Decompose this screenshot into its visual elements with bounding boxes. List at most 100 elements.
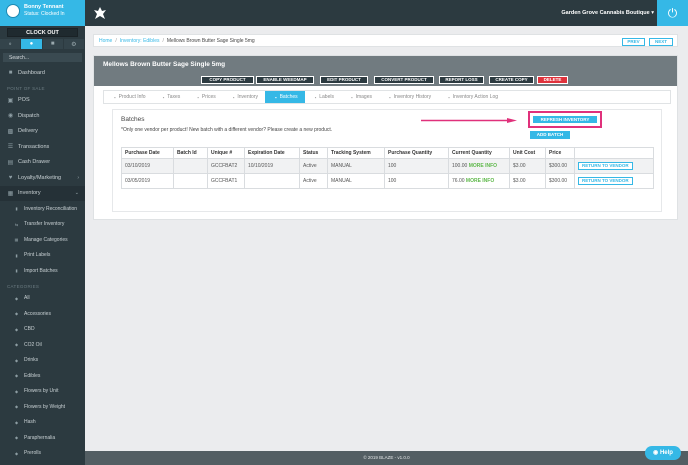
unit-cost-cell: $3.00 [509, 158, 546, 174]
table-header-row: Purchase Date Batch Id Unique # Expirati… [121, 147, 654, 159]
transfer-icon: ⇆ [14, 221, 19, 227]
category-all[interactable]: ◆ All [0, 291, 85, 307]
chevron-right-icon: › [77, 174, 79, 181]
tag-icon: ◆ [14, 311, 19, 317]
tab-product-info[interactable]: ▪ Product Info [104, 91, 153, 103]
col-batch-id: Batch Id [173, 147, 208, 159]
breadcrumb-current: Mellows Brown Butter Sage Single 5mg [166, 37, 255, 44]
category-prerolls[interactable]: ◆ Prerolls [0, 446, 85, 462]
product-title: Mellows Brown Butter Sage Single 5mg [103, 61, 226, 68]
report-loss-button[interactable]: REPORT LOSS [439, 76, 484, 84]
tab-inventory-action-log[interactable]: ▪ Inventory Action Log [438, 91, 505, 103]
enable-weedmap-button[interactable]: ENABLE WEEDMAP [256, 76, 314, 84]
return-to-vendor-button[interactable]: RETURN TO VENDOR [578, 177, 633, 185]
category-edibles[interactable]: ◆ Edibles [0, 368, 85, 384]
batches-panel: Batches *Only one vendor per product! Ne… [112, 109, 662, 212]
batches-icon: ▪ [274, 94, 277, 100]
settings-icon[interactable]: ⚙ [63, 39, 85, 49]
sidebar-item-dashboard[interactable]: ■ Dashboard [0, 65, 85, 81]
unit-cost-cell: $3.00 [509, 173, 546, 189]
footer: © 2019 BLAZE - v1.0.0 [85, 451, 688, 465]
pos-icon: ▣ [7, 97, 14, 104]
top-bar: Garden Grove Cannabis Boutique ▾ ⏻ [85, 0, 688, 26]
col-price: Price [545, 147, 575, 159]
sidebar-item-loyalty[interactable]: ♥ Loyalty/Marketing › [0, 170, 85, 186]
category-flowers-by-unit[interactable]: ◆ Flowers by Unit [0, 384, 85, 400]
sidebar-item-cash-drawer[interactable]: ▤ Cash Drawer [0, 155, 85, 171]
sidebar-item-print-labels[interactable]: ▮ Print Labels [0, 248, 85, 264]
more-info-link[interactable]: MORE INFO [466, 178, 494, 184]
store-selector[interactable]: Garden Grove Cannabis Boutique ▾ [561, 10, 654, 16]
tag-icon[interactable]: ⚬ [0, 39, 22, 49]
sidebar-item-inventory[interactable]: ▦ Inventory ⌄ [0, 185, 85, 201]
breadcrumb-separator: / [115, 37, 117, 44]
categories-icon: ▦ [14, 237, 19, 243]
col-status: Status [299, 147, 328, 159]
category-hash[interactable]: ◆ Hash [0, 415, 85, 431]
category-paraphernalia[interactable]: ◆ Paraphernalia [0, 430, 85, 446]
expiration-cell: 10/10/2019 [244, 158, 300, 174]
category-accessories[interactable]: ◆ Accessories [0, 306, 85, 322]
breadcrumb-inventory[interactable]: Inventory: Edibles [120, 38, 160, 44]
category-co2-oil[interactable]: ◆ CO2 Oil [0, 337, 85, 353]
sidebar-item-dispatch[interactable]: ◉ Dispatch [0, 108, 85, 124]
sidebar-item-inventory-reconciliation[interactable]: ▮ Inventory Reconciliation [0, 201, 85, 217]
col-current-qty: Current Quantity [448, 147, 510, 159]
tag-icon: ◆ [14, 388, 19, 394]
cash-icon: ▤ [7, 159, 14, 166]
category-cbd[interactable]: ◆ CBD [0, 322, 85, 338]
delete-button[interactable]: DELETE [537, 76, 568, 84]
sidebar-item-manage-categories[interactable]: ▦ Manage Categories [0, 232, 85, 248]
category-flowers-by-weight[interactable]: ◆ Flowers by Weight [0, 399, 85, 415]
tag-icon: ◆ [14, 295, 19, 301]
box-icon[interactable]: ■ [42, 39, 64, 49]
tab-inventory[interactable]: ▪ Inventory [223, 91, 265, 103]
inventory-icon: ▪ [232, 94, 235, 100]
tab-taxes[interactable]: ▪ Taxes [153, 91, 188, 103]
next-button[interactable]: NEXT [649, 37, 673, 46]
tab-prices[interactable]: ▪ Prices [187, 91, 223, 103]
return-to-vendor-button[interactable]: RETURN TO VENDOR [578, 162, 633, 170]
sidebar-item-transactions[interactable]: ☰ Transactions [0, 139, 85, 155]
sidebar-item-import-batches[interactable]: ▮ Import Batches [0, 263, 85, 279]
breadcrumb-home[interactable]: Home [99, 38, 112, 44]
create-copy-button[interactable]: CREATE COPY [489, 76, 534, 84]
prev-button[interactable]: PREV [622, 37, 645, 46]
breadcrumb: Home / Inventory: Edibles / Mellows Brow… [93, 34, 678, 47]
user-icon[interactable]: ● [21, 39, 43, 49]
convert-product-button[interactable]: CONVERT PRODUCT [374, 76, 434, 84]
edit-product-button[interactable]: EDIT PRODUCT [320, 76, 368, 84]
blaze-logo-icon[interactable] [93, 6, 107, 20]
sidebar-search-input[interactable] [3, 53, 82, 62]
log-icon: ▪ [448, 94, 450, 100]
sidebar-item-delivery[interactable]: ▩ Delivery [0, 124, 85, 140]
actions-cell: RETURN TO VENDOR [574, 173, 654, 189]
tab-labels[interactable]: ▪ Labels [305, 91, 341, 103]
tab-inventory-history[interactable]: ▪ Inventory History [379, 91, 438, 103]
col-purchase-qty: Purchase Quantity [384, 147, 449, 159]
product-tabs: ▪ Product Info ▪ Taxes ▪ Prices ▪ Inventory … [103, 90, 671, 104]
tag-icon: ◆ [14, 373, 19, 379]
tab-batches[interactable]: ▪ Batches [264, 91, 305, 103]
refresh-highlight: REFRESH INVENTORY [528, 111, 602, 128]
inventory-icon: ▦ [7, 190, 14, 197]
copy-product-button[interactable]: COPY PRODUCT [201, 76, 254, 84]
sidebar-item-transfer-inventory[interactable]: ⇆ Transfer Inventory [0, 217, 85, 233]
add-batch-button[interactable]: ADD BATCH [530, 131, 570, 139]
help-button[interactable]: ◉ Help [645, 446, 681, 460]
tag-icon: ◆ [14, 435, 19, 441]
power-icon[interactable]: ⏻ [657, 0, 688, 26]
refresh-inventory-button[interactable]: REFRESH INVENTORY [533, 116, 597, 123]
categories-section-header: CATEGORIES [7, 283, 40, 289]
print-icon: ▮ [15, 252, 18, 258]
sidebar-item-pos[interactable]: ▣ POS [0, 93, 85, 109]
batches-title: Batches [121, 116, 145, 123]
category-drinks[interactable]: ◆ Drinks [0, 353, 85, 369]
tag-icon: ◆ [14, 342, 19, 348]
avatar[interactable] [6, 4, 20, 18]
more-info-link[interactable]: MORE INFO [469, 163, 497, 169]
breadcrumb-separator: / [162, 37, 164, 44]
dashboard-icon: ■ [8, 69, 13, 76]
clock-out-button[interactable]: CLOCK OUT [7, 28, 78, 37]
tab-images[interactable]: ▪ Images [341, 91, 379, 103]
